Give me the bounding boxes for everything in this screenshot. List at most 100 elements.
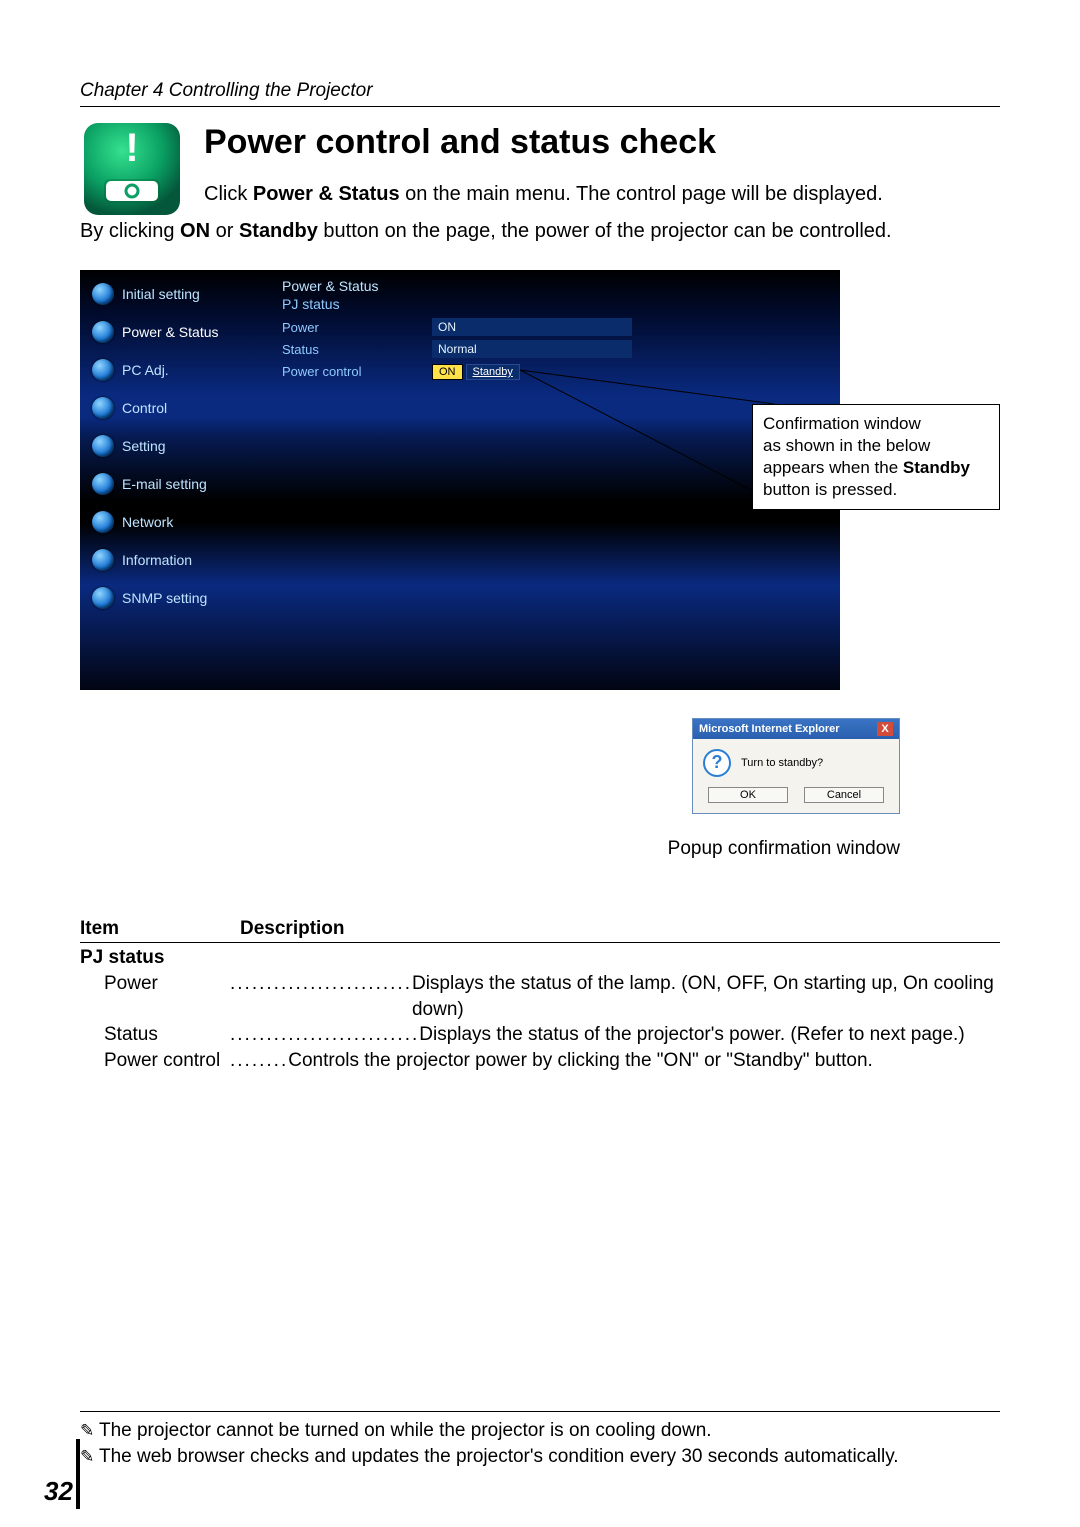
standby-button[interactable]: Standby	[466, 364, 520, 380]
row-power: Power ON	[280, 316, 810, 338]
desc: Controls the projector power by clicking…	[288, 1048, 1000, 1074]
sidebar-item-information[interactable]: Information	[86, 542, 270, 578]
sidebar-item-network[interactable]: Network	[86, 504, 270, 540]
menu-icon	[92, 473, 114, 495]
svg-text:!: !	[125, 126, 138, 170]
screenshot-area: Initial setting Power & Status PC Adj. C…	[80, 270, 1000, 700]
sidebar-item-pc-adj[interactable]: PC Adj.	[86, 352, 270, 388]
sidebar-item-snmp-setting[interactable]: SNMP setting	[86, 580, 270, 616]
dots: .........................	[230, 971, 412, 997]
confirmation-dialog: Microsoft Internet Explorer X ? Turn to …	[692, 718, 900, 814]
group-pj-status: PJ status	[80, 947, 1000, 969]
text: as shown in the below	[763, 436, 930, 455]
intro-paragraph-1: Click Power & Status on the main menu. T…	[204, 180, 1000, 209]
desc: Displays the status of the projector's p…	[419, 1022, 1000, 1048]
projector-web-ui: Initial setting Power & Status PC Adj. C…	[80, 270, 840, 690]
term: Status	[104, 1024, 158, 1045]
dialog-message: Turn to standby?	[741, 757, 823, 769]
text: appears when the	[763, 458, 903, 477]
text-bold: ON	[180, 220, 210, 242]
footnotes: The projector cannot be turned on while …	[80, 1411, 1000, 1471]
dots: ........	[230, 1048, 288, 1074]
callout-box: Confirmation window as shown in the belo…	[752, 404, 1000, 510]
chapter-heading: Chapter 4 Controlling the Projector	[80, 80, 1000, 107]
manual-page: Chapter 4 Controlling the Projector !	[0, 0, 1080, 1527]
popup-area: Microsoft Internet Explorer X ? Turn to …	[80, 718, 1000, 858]
row-power-control: Power control ONStandby	[280, 360, 810, 382]
title-block: ! Power control and status check Click P…	[80, 121, 1000, 217]
text-bold: Standby	[903, 458, 970, 477]
power-control-buttons: ONStandby	[432, 362, 520, 380]
question-icon: ?	[703, 749, 731, 777]
def-power-control: Power control ........ Controls the proj…	[80, 1048, 1000, 1074]
sidebar-item-label: SNMP setting	[122, 590, 207, 606]
sidebar-item-label: Power & Status	[122, 324, 219, 340]
sidebar-item-initial-setting[interactable]: Initial setting	[86, 276, 270, 312]
col-description: Description	[240, 918, 345, 940]
row-label: Power control	[280, 364, 432, 379]
panel-subtitle: PJ status	[282, 296, 810, 312]
page-number-rule	[76, 1439, 80, 1509]
row-label: Status	[280, 342, 432, 357]
dialog-titlebar: Microsoft Internet Explorer X	[693, 719, 899, 739]
row-label: Power	[280, 320, 432, 335]
section-icon: !	[80, 121, 184, 217]
menu-icon	[92, 359, 114, 381]
text-bold: Standby	[239, 220, 318, 242]
menu-icon	[92, 549, 114, 571]
menu-icon	[92, 435, 114, 457]
text: button is pressed.	[763, 480, 897, 499]
close-icon[interactable]: X	[877, 722, 893, 736]
dialog-buttons: OK Cancel	[693, 783, 899, 813]
sidebar-item-control[interactable]: Control	[86, 390, 270, 426]
page-number: 32	[44, 1476, 73, 1507]
dialog-title: Microsoft Internet Explorer	[699, 723, 840, 735]
page-title: Power control and status check	[204, 123, 1000, 162]
term: Power	[104, 973, 158, 994]
panel-title: Power & Status	[282, 278, 810, 294]
sidebar-item-label: PC Adj.	[122, 362, 169, 378]
term: Power control	[104, 1050, 220, 1071]
ok-button[interactable]: OK	[708, 787, 788, 803]
note-1: The projector cannot be turned on while …	[80, 1418, 1000, 1445]
text: By clicking	[80, 220, 180, 242]
dots: ..........................	[230, 1022, 419, 1048]
status-value: Normal	[432, 340, 632, 358]
sidebar-item-power-status[interactable]: Power & Status	[86, 314, 270, 350]
text: or	[210, 220, 239, 242]
item-description-table: Item Description PJ status Power .......…	[80, 918, 1000, 1074]
sidebar-item-email-setting[interactable]: E-mail setting	[86, 466, 270, 502]
menu-icon	[92, 511, 114, 533]
text-bold: Power & Status	[253, 183, 400, 205]
text: button on the page, the power of the pro…	[318, 220, 892, 242]
def-power: Power ......................... Displays…	[80, 971, 1000, 1022]
col-item: Item	[80, 918, 240, 940]
cancel-button[interactable]: Cancel	[804, 787, 884, 803]
row-status: Status Normal	[280, 338, 810, 360]
sidebar-item-label: Network	[122, 514, 173, 530]
text: Confirmation window	[763, 414, 921, 433]
text: on the main menu. The control page will …	[400, 183, 883, 205]
text: Click	[204, 183, 253, 205]
menu-icon	[92, 397, 114, 419]
menu-icon	[92, 587, 114, 609]
dialog-body: ? Turn to standby?	[693, 739, 899, 783]
popup-caption: Popup confirmation window	[668, 838, 900, 860]
sidebar: Initial setting Power & Status PC Adj. C…	[86, 276, 270, 618]
sidebar-item-setting[interactable]: Setting	[86, 428, 270, 464]
menu-icon	[92, 283, 114, 305]
table-header: Item Description	[80, 918, 1000, 943]
definitions: Power ......................... Displays…	[80, 971, 1000, 1074]
sidebar-item-label: Initial setting	[122, 286, 200, 302]
menu-icon	[92, 321, 114, 343]
sidebar-item-label: E-mail setting	[122, 476, 207, 492]
note-2: The web browser checks and updates the p…	[80, 1444, 1000, 1471]
power-value: ON	[432, 318, 632, 336]
sidebar-item-label: Setting	[122, 438, 166, 454]
on-button[interactable]: ON	[432, 364, 463, 380]
sidebar-item-label: Information	[122, 552, 192, 568]
content-panel: Power & Status PJ status Power ON Status…	[280, 276, 810, 382]
def-status: Status .......................... Displa…	[80, 1022, 1000, 1048]
intro-paragraph-2: By clicking ON or Standby button on the …	[80, 217, 1000, 246]
sidebar-item-label: Control	[122, 400, 167, 416]
